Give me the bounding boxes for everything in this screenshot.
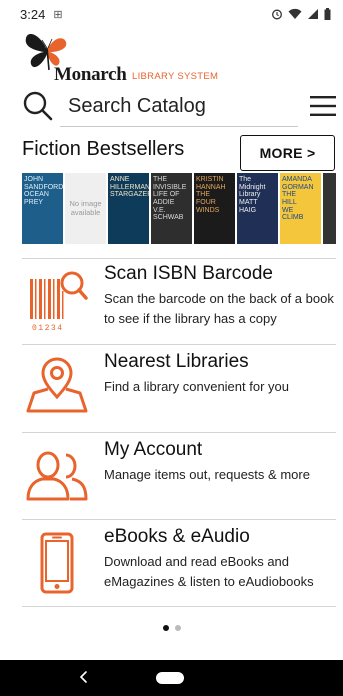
book-cover-text: available	[70, 207, 101, 217]
book-carousel[interactable]: JOHN SANDFORD OCEAN PREY No image available AN…	[22, 173, 336, 244]
book-cover-text: INVISIBLE	[153, 183, 187, 191]
section-title: Fiction Bestsellers	[22, 138, 185, 160]
book-cover-text: ANNE	[110, 176, 130, 183]
search-icon[interactable]	[22, 90, 54, 122]
book-cover-text: THE	[153, 176, 167, 183]
book-cover-text: THE	[282, 191, 296, 199]
menu-item-scan-isbn[interactable]: 01234 Scan ISBN Barcode Scan the barcode…	[22, 263, 336, 333]
status-icons	[271, 8, 331, 20]
hamburger-menu-icon[interactable]	[310, 95, 336, 117]
book-cover[interactable]	[323, 173, 336, 244]
barcode-scan-icon: 01234	[30, 271, 88, 333]
more-button[interactable]: MORE >	[240, 135, 335, 171]
signal-icon	[308, 9, 318, 19]
menu-item-desc: Scan the barcode on the back of a book t…	[104, 291, 334, 326]
book-cover-text: HILLERMAN	[110, 183, 149, 191]
menu-item-title: Nearest Libraries	[104, 351, 249, 372]
menu-item-my-account[interactable]: My Account Manage items out, requests & …	[22, 439, 336, 503]
menu-item-nearest-libraries[interactable]: Nearest Libraries Find a library conveni…	[22, 351, 336, 415]
logo-subtitle: LIBRARY SYSTEM	[132, 71, 219, 82]
menu-item-title: Scan ISBN Barcode	[104, 263, 273, 284]
book-cover-text: HANNAH	[196, 183, 226, 191]
menu-item-desc: Manage items out, requests & more	[104, 467, 310, 482]
menu-item-desc: Download and read eBooks and eMagazines …	[104, 554, 314, 589]
book-cover[interactable]: THE INVISIBLE LIFE OF ADDIE V.E. SCHWAB	[151, 173, 192, 244]
status-time: 3:24	[20, 6, 46, 22]
book-cover-text: Library	[239, 191, 261, 199]
book-cover[interactable]: JOHN SANDFORD OCEAN PREY	[22, 173, 63, 244]
book-cover-text: WE	[282, 206, 294, 214]
page-indicator[interactable]	[0, 625, 343, 631]
search-catalog-label[interactable]: Search Catalog	[68, 95, 206, 118]
book-cover-text: OCEAN	[24, 191, 49, 199]
book-cover-text: AMANDA	[282, 176, 312, 183]
book-cover-text: SCHWAB	[153, 214, 184, 222]
menu-item-desc: Find a library convenient for you	[104, 379, 289, 394]
back-chevron-icon[interactable]	[78, 669, 90, 685]
book-cover-text: LIFE OF	[153, 191, 180, 199]
search-bar[interactable]: Search Catalog	[22, 88, 336, 124]
book-cover-text: MATT HAIG	[239, 199, 258, 214]
page-dot[interactable]	[174, 625, 181, 631]
menu-item-title: My Account	[104, 439, 203, 460]
users-icon	[26, 451, 88, 501]
map-pin-icon	[26, 357, 88, 413]
book-cover[interactable]: ANNE HILLERMAN STARGAZER	[108, 173, 149, 244]
smartphone-icon	[40, 532, 74, 594]
divider	[22, 432, 336, 433]
book-cover-text: FOUR WINDS	[196, 199, 220, 214]
menu-item-ebooks-eaudio[interactable]: eBooks & eAudio Download and read eBooks…	[22, 526, 336, 596]
book-cover-text: THE	[196, 191, 210, 199]
battery-icon	[324, 8, 331, 20]
monarch-logo: Monarch LIBRARY SYSTEM	[24, 30, 234, 86]
book-cover-text: PREY	[24, 199, 44, 207]
divider	[22, 606, 336, 607]
book-cover-text: The	[239, 176, 252, 183]
barcode-digits: 01234	[32, 324, 64, 333]
book-cover-text: KRISTIN	[196, 176, 224, 183]
book-cover[interactable]: AMANDA GORMAN THE HILL WE CLIMB	[280, 173, 321, 244]
divider	[22, 519, 336, 520]
search-underline	[60, 126, 298, 127]
page-dot[interactable]	[162, 625, 169, 631]
book-cover-text: HILL	[282, 199, 297, 207]
book-cover-text: V.E.	[153, 206, 166, 214]
book-cover-text: JOHN	[24, 176, 44, 183]
system-navigation-bar	[0, 660, 343, 696]
book-cover-placeholder[interactable]: No image available	[65, 173, 106, 244]
divider	[22, 344, 336, 345]
book-cover-text: Midnight	[239, 183, 266, 191]
status-bar: 3:24 ⊞	[0, 0, 343, 28]
notification-icon: ⊞	[53, 8, 63, 21]
book-cover-text: ADDIE	[153, 199, 175, 207]
book-cover[interactable]: KRISTIN HANNAH THE FOUR WINDS	[194, 173, 235, 244]
wifi-icon	[288, 8, 302, 19]
book-cover-text: STARGAZER	[110, 191, 149, 199]
home-pill[interactable]	[156, 672, 184, 684]
divider	[22, 258, 336, 259]
book-cover[interactable]: The Midnight Library MATT HAIG	[237, 173, 278, 244]
book-cover-text: GORMAN	[282, 183, 314, 191]
logo-brand: Monarch	[54, 64, 127, 85]
book-cover-text: CLIMB	[282, 214, 304, 222]
book-cover-text: SANDFORD	[24, 183, 63, 191]
menu-item-title: eBooks & eAudio	[104, 526, 250, 547]
alarm-icon	[272, 9, 282, 20]
